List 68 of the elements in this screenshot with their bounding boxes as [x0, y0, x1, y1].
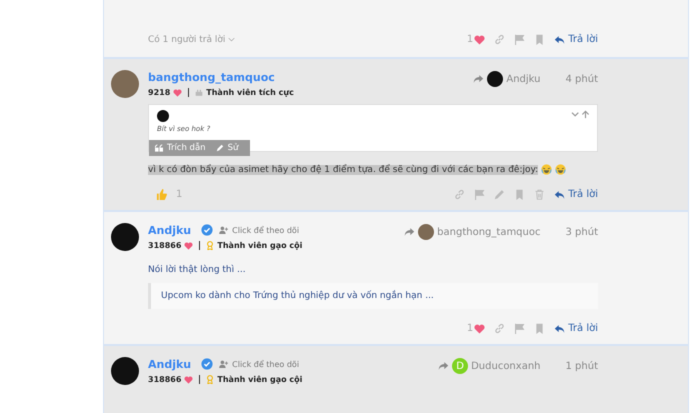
laughing-emoji-icon [555, 164, 566, 175]
reply-button[interactable]: Trả lời [554, 34, 598, 45]
trash-icon[interactable] [534, 189, 546, 200]
badge-icon [195, 88, 204, 97]
reply-to-name[interactable]: Andjku [506, 74, 540, 84]
author-name[interactable]: Andjku [148, 224, 192, 236]
follow-link[interactable]: Click để theo dõi [232, 360, 300, 368]
add-person-icon[interactable] [219, 226, 230, 234]
reply-button[interactable]: Trả lời [554, 323, 598, 334]
link-icon[interactable] [494, 323, 506, 334]
member-rank: Thành viên gạo cội [217, 375, 302, 384]
expand-collapse-icon[interactable] [571, 110, 591, 119]
toolbar-button[interactable]: Trích dẫn [167, 143, 206, 153]
author-name[interactable]: bangthong_tamquoc [148, 70, 275, 84]
heart-icon[interactable] [474, 324, 486, 334]
reply-arrow-icon[interactable] [554, 34, 566, 44]
like-count: 1 [466, 323, 474, 334]
post-text: Nói lời thật lòng thì ... [148, 265, 246, 275]
flag-icon[interactable] [474, 189, 486, 200]
follow-link[interactable]: Click để theo dõi [232, 226, 300, 234]
add-person-icon[interactable] [219, 360, 230, 368]
reply-to-icon [473, 74, 484, 84]
letter-avatar[interactable]: D [452, 358, 468, 374]
chevron-down-icon[interactable] [228, 37, 236, 42]
heart-icon [184, 242, 194, 250]
post-time[interactable]: 3 phút [566, 226, 598, 238]
reply-to-name[interactable]: Duduconxanh [471, 360, 540, 372]
thumbs-up-icon[interactable] [156, 189, 167, 200]
flag-icon[interactable] [514, 323, 526, 334]
pencil-icon[interactable] [216, 144, 224, 152]
author-name[interactable]: Andjku [148, 358, 192, 370]
link-icon[interactable] [494, 34, 506, 45]
reply-to-icon [438, 361, 450, 371]
bookmark-icon[interactable] [534, 323, 546, 334]
link-icon[interactable] [454, 189, 466, 200]
like-count: 1 [466, 34, 474, 45]
like-count: 1 [176, 189, 182, 200]
post-time[interactable]: 4 phút [566, 74, 598, 84]
heart-icon[interactable] [474, 34, 486, 44]
reply-button[interactable]: Trả lời [554, 189, 598, 200]
flag-icon[interactable] [514, 34, 526, 45]
member-rank: Thành viên tích cực [206, 88, 294, 97]
toolbar-button[interactable]: Sử [228, 143, 238, 153]
member-rank: Thành viên gạo cội [217, 241, 302, 250]
post-text: vì k có đòn bẩy của asimet hãy cho đệ 1 điểm tựa. để sẽ cùng đi với các bạn ra đê:joy: [148, 164, 538, 174]
avatar-placeholder[interactable] [111, 357, 139, 385]
reply-to-icon [404, 227, 416, 237]
bookmark-icon[interactable] [514, 189, 526, 200]
avatar-placeholder[interactable] [487, 71, 504, 87]
quote-icon[interactable] [155, 144, 163, 152]
laughing-emoji-icon [541, 164, 552, 175]
heart-icon [173, 88, 182, 96]
score-count: 318866 [148, 375, 182, 384]
blockquote: Upcom ko dành cho Trứng thủ nghiệp dư và vốn ngắn hạn ... [148, 283, 598, 309]
avatar-placeholder[interactable] [111, 223, 139, 251]
score-count: 318866 [148, 241, 182, 250]
reply-to-name[interactable]: bangthong_tamquoc [437, 226, 540, 238]
medal-icon [206, 375, 214, 384]
bookmark-icon[interactable] [534, 34, 546, 45]
medal-icon [206, 241, 214, 250]
reply-arrow-icon[interactable] [554, 324, 566, 334]
heart-icon [184, 376, 194, 384]
score-count: 9218 [148, 88, 170, 97]
reply-arrow-icon[interactable] [554, 190, 566, 200]
pencil-icon[interactable] [494, 189, 506, 200]
replies-toggle[interactable]: Có 1 người trả lời [148, 34, 226, 44]
post-time[interactable]: 1 phút [566, 360, 598, 372]
avatar-placeholder [157, 110, 169, 122]
